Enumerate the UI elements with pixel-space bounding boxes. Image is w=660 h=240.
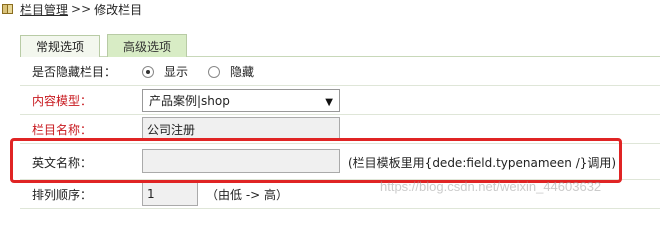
radio-hide[interactable] (208, 65, 221, 78)
radio-show-label: 显示 (164, 65, 189, 79)
radio-hide-label: 隐藏 (230, 65, 255, 79)
radio-show[interactable] (142, 65, 154, 78)
order-hint: （由低 -> 高） (206, 188, 289, 202)
model-select[interactable]: 产品案例|shop ▼ (142, 89, 340, 112)
breadcrumb-root-link[interactable]: 栏目管理 (20, 1, 68, 18)
folder-icon (2, 3, 14, 15)
hidden-options: 显示 隐藏 (142, 57, 274, 86)
row-hidden: 是否隐藏栏目： 显示 隐藏 (20, 57, 660, 86)
order-label: 排列顺序： (32, 188, 93, 202)
tab-general[interactable]: 常规选项 (20, 35, 100, 57)
order-input[interactable]: 1 (142, 182, 198, 206)
dropdown-arrow-icon: ▼ (325, 97, 333, 108)
watermark: https://blog.csdn.net/weixin_44603632 (380, 179, 602, 194)
model-select-value: 产品案例|shop (149, 94, 230, 108)
tab-advanced[interactable]: 高级选项 (107, 34, 187, 57)
breadcrumb-separator: >> (71, 2, 92, 16)
hidden-label: 是否隐藏栏目： (32, 65, 117, 79)
tab-bar: 常规选项 高级选项 (20, 34, 660, 57)
highlight-box (10, 138, 622, 183)
breadcrumb: 栏目管理 >> 修改栏目 (0, 0, 142, 18)
model-label: 内容模型： (32, 94, 93, 108)
breadcrumb-current: 修改栏目 (94, 2, 143, 17)
row-model: 内容模型： 产品案例|shop ▼ (20, 86, 660, 115)
